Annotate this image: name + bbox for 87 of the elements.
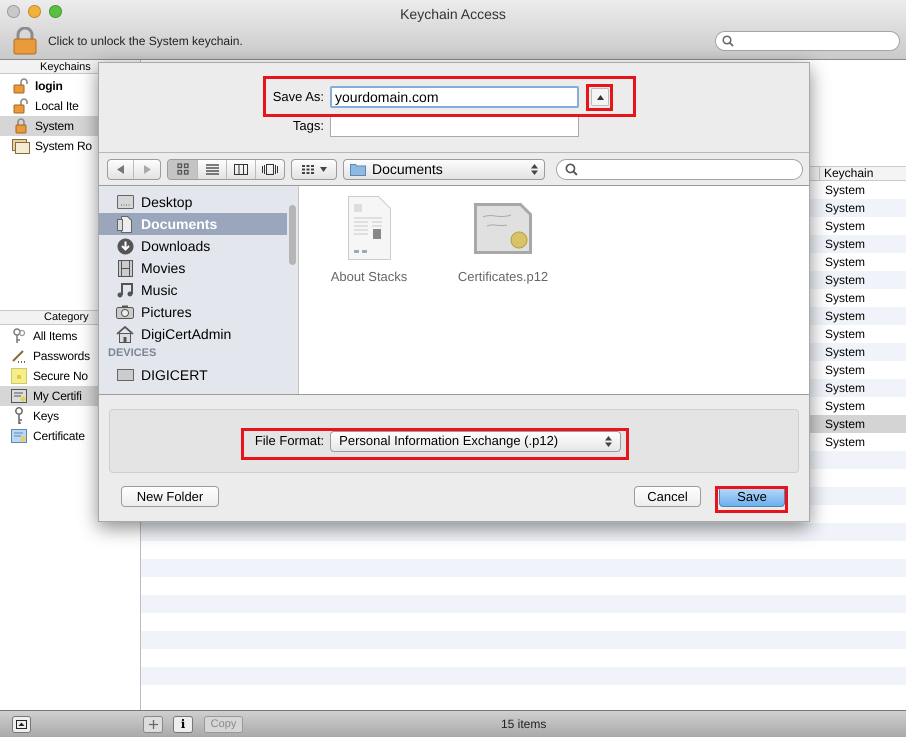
info-button[interactable]: i <box>173 716 193 732</box>
new-folder-button[interactable]: New Folder <box>121 486 219 507</box>
scrollbar-thumb[interactable] <box>289 205 296 265</box>
table-cell-text: System <box>825 254 866 271</box>
cancel-button[interactable]: Cancel <box>634 486 701 507</box>
note-icon <box>11 368 27 384</box>
table-cell-text: System <box>825 326 866 343</box>
up-triangle-icon <box>596 94 604 100</box>
folder-icon <box>350 162 366 176</box>
sidebar-place[interactable]: Music <box>99 279 287 301</box>
sidebar-place[interactable]: DigiCertAdmin <box>99 323 287 345</box>
table-cell-text: System <box>825 344 866 361</box>
collapse-button[interactable] <box>591 88 609 106</box>
column-header[interactable]: Keychain <box>820 167 874 180</box>
columns-icon <box>234 164 248 174</box>
stepper-arrows-icon <box>531 164 538 174</box>
desktop-icon <box>116 195 134 209</box>
item-count: 15 items <box>501 716 546 733</box>
icon-grid-icon <box>176 163 188 175</box>
close-button[interactable] <box>7 5 20 18</box>
table-cell-text: System <box>825 236 866 253</box>
padlock-icon[interactable] <box>12 27 38 56</box>
certificate-icon <box>11 429 27 443</box>
caret-icon <box>320 166 326 172</box>
film-strip-icon <box>118 260 132 276</box>
drive-icon <box>116 369 134 381</box>
eject-icon <box>16 720 27 728</box>
table-cell-text: System <box>825 380 866 397</box>
field-label: Save As: <box>272 88 324 106</box>
table-cell-text: System <box>825 218 866 235</box>
minimize-button[interactable] <box>28 5 41 18</box>
zoom-button[interactable] <box>49 5 62 18</box>
stepper-arrows-icon <box>605 436 612 446</box>
key-icon <box>14 407 24 425</box>
window-title: Keychain Access <box>400 5 506 24</box>
sidebar-place[interactable]: Downloads <box>99 235 287 257</box>
certificate-icon <box>473 202 533 254</box>
plus-icon <box>148 720 158 728</box>
certificate-stack-icon <box>12 138 30 154</box>
download-icon <box>116 238 134 254</box>
list-icon <box>206 164 218 174</box>
location-popup[interactable]: Documents <box>343 158 545 180</box>
section-header: DEVICES <box>108 346 156 360</box>
search-icon <box>722 35 734 48</box>
search-icon <box>565 162 578 176</box>
table-cell-text: System <box>825 362 866 379</box>
unlock-message: Click to unlock the System keychain. <box>48 33 243 50</box>
table-cell-text: System <box>825 434 866 451</box>
grid-icon <box>302 164 314 174</box>
certificate-icon <box>11 389 27 403</box>
search-field[interactable] <box>556 158 803 180</box>
add-button[interactable] <box>143 716 163 732</box>
documents-icon <box>117 216 133 232</box>
padlock-icon <box>15 118 27 134</box>
house-icon <box>116 326 134 342</box>
table-cell-text: System <box>825 182 866 199</box>
right-triangle-icon <box>144 164 150 174</box>
sidebar-place[interactable]: Pictures <box>99 301 287 323</box>
sidebar-toggle-button[interactable] <box>12 716 31 732</box>
column-header: Category <box>44 311 89 324</box>
tags-field[interactable] <box>330 116 579 136</box>
sidebar-device[interactable]: DIGICERT <box>99 364 287 386</box>
field-label: File Format: <box>254 432 324 450</box>
sidebar-place[interactable]: Movies <box>99 257 287 279</box>
camera-icon <box>116 305 134 319</box>
open-padlock-icon <box>13 78 29 94</box>
open-padlock-icon <box>13 98 29 114</box>
save-as-field[interactable]: yourdomain.com <box>330 86 579 108</box>
pencil-icon <box>11 349 27 363</box>
table-cell-text: System <box>825 272 866 289</box>
table-cell-text: System <box>825 308 866 325</box>
table-cell-text: System <box>825 290 866 307</box>
file-item[interactable]: About Stacks <box>309 196 429 394</box>
keys-icon <box>12 328 26 344</box>
field-label: Tags: <box>292 117 324 136</box>
column-header: Keychains <box>40 60 91 73</box>
file-format-popup[interactable]: Personal Information Exchange (.p12) <box>330 430 622 452</box>
table-cell-text: System <box>825 416 866 433</box>
file-item[interactable]: Certificates.p12 <box>443 196 563 394</box>
cover-flow-icon <box>262 164 278 174</box>
left-triangle-icon <box>117 164 124 174</box>
arrange-button[interactable] <box>291 158 337 180</box>
table-cell-text: System <box>825 200 866 217</box>
search-field[interactable] <box>715 31 900 52</box>
music-note-icon <box>117 282 133 298</box>
table-cell-text: System <box>825 398 866 415</box>
sidebar-place[interactable]: Desktop <box>99 191 287 213</box>
